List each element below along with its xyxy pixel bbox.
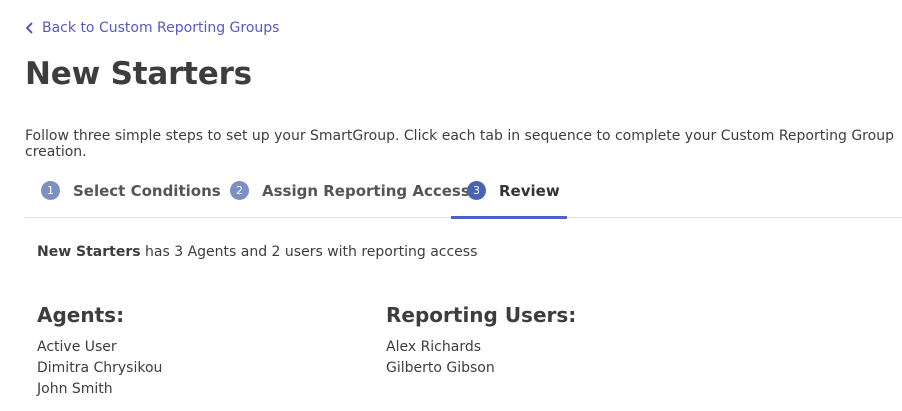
list-item: Dimitra Chrysikou <box>37 360 163 376</box>
tab-label: Review <box>499 181 560 200</box>
agents-heading: Agents: <box>37 303 125 327</box>
list-item: Alex Richards <box>386 339 482 355</box>
step-number-badge: 1 <box>41 181 60 200</box>
tab-select-conditions[interactable]: 1 Select Conditions <box>41 163 221 218</box>
agents-list: Active User Dimitra Chrysikou John Smith <box>37 337 162 400</box>
back-link-label: Back to Custom Reporting Groups <box>42 20 280 36</box>
intro-text: Follow three simple steps to set up your… <box>25 128 894 160</box>
step-tabs: 1 Select Conditions 2 Assign Reporting A… <box>25 163 902 219</box>
review-page: Back to Custom Reporting Groups New Star… <box>0 0 902 411</box>
step-number-badge: 2 <box>230 181 249 200</box>
page-title: New Starters <box>25 56 252 92</box>
list-item: Active User <box>37 339 117 355</box>
tab-review[interactable]: 3 Review <box>451 163 567 219</box>
reporting-users-list: Alex Richards Gilberto Gibson <box>386 337 576 379</box>
back-link[interactable]: Back to Custom Reporting Groups <box>25 20 279 36</box>
review-summary: New Starters has 3 Agents and 2 users wi… <box>37 244 477 260</box>
reporting-users-section: Reporting Users: Alex Richards Gilberto … <box>386 303 576 379</box>
tab-assign-reporting-access[interactable]: 2 Assign Reporting Access <box>230 163 470 218</box>
reporting-users-heading: Reporting Users: <box>386 303 577 327</box>
tab-label: Select Conditions <box>73 181 221 200</box>
list-item: Gilberto Gibson <box>386 360 495 376</box>
list-item: John Smith <box>37 381 113 397</box>
summary-text: has 3 Agents and 2 users with reporting … <box>140 244 478 260</box>
tab-label: Assign Reporting Access <box>262 181 470 200</box>
step-number-badge: 3 <box>467 181 486 200</box>
chevron-left-icon <box>25 22 33 34</box>
summary-group-name: New Starters <box>37 244 141 260</box>
agents-section: Agents: Active User Dimitra Chrysikou Jo… <box>37 303 162 400</box>
